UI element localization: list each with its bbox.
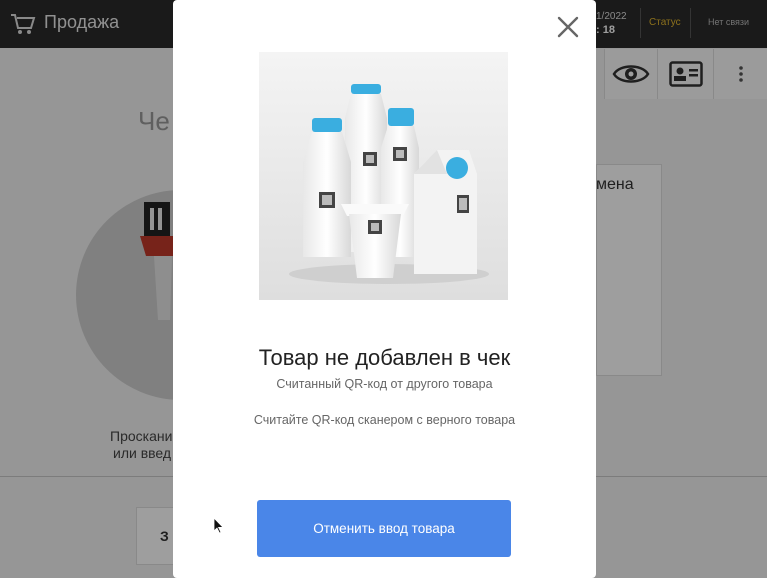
error-dialog: Товар не добавлен в чек Считанный QR-код… — [173, 0, 596, 578]
dialog-title: Товар не добавлен в чек — [258, 345, 511, 370]
dialog-hint: Считайте QR-код сканером с верного товар… — [253, 413, 516, 427]
cancel-item-button[interactable]: Отменить ввод товара — [257, 500, 511, 557]
close-icon[interactable] — [555, 14, 581, 40]
dialog-subtitle: Считанный QR-код от другого товара — [276, 377, 493, 391]
mouse-cursor-icon — [214, 518, 224, 534]
dairy-products-image — [259, 52, 508, 300]
